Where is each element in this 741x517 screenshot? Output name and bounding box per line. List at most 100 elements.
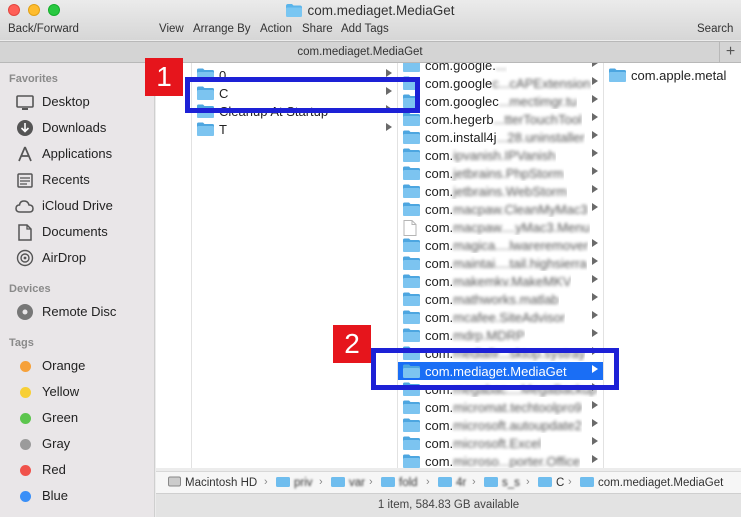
folder-icon bbox=[403, 202, 420, 216]
list-item[interactable]: com.mathworks.matlab bbox=[398, 290, 603, 308]
chevron-right-icon bbox=[592, 63, 598, 67]
item-name: com.jetbrains.WebStorm bbox=[425, 184, 567, 199]
list-item[interactable]: com.mcafee.SiteAdvisor bbox=[398, 308, 603, 326]
sidebar-item-airdrop[interactable]: AirDrop bbox=[15, 247, 153, 269]
list-item[interactable]: com.apple.metal bbox=[604, 66, 741, 84]
sidebar-tag-red[interactable]: Red bbox=[15, 459, 153, 481]
sidebar-item-recents[interactable]: Recents bbox=[15, 169, 153, 191]
sidebar-tag-label: Yellow bbox=[42, 384, 80, 399]
list-item[interactable]: T bbox=[192, 120, 397, 138]
list-item[interactable]: com.hegerb...tterTouchTool bbox=[398, 110, 603, 128]
sidebar-item-icloud-drive[interactable]: iCloud Drive bbox=[15, 195, 153, 217]
sidebar-tag-blue[interactable]: Blue bbox=[15, 485, 153, 507]
sidebar-item-downloads[interactable]: Downloads bbox=[15, 117, 153, 139]
path-segment[interactable]: s_s bbox=[484, 476, 520, 489]
list-item[interactable]: com.microsoft.Excel bbox=[398, 434, 603, 452]
tab-title[interactable]: com.mediaget.MediaGet bbox=[0, 46, 720, 58]
item-name-redacted: makemkv.MakeMKV bbox=[453, 274, 572, 289]
column-3[interactable]: com.google.... com.googlec...cAPExtension… bbox=[398, 63, 604, 468]
list-item[interactable]: com.googlec...cAPExtension bbox=[398, 74, 603, 92]
folder-icon bbox=[403, 166, 420, 180]
folder-icon bbox=[403, 130, 420, 144]
sidebar-item-applications[interactable]: Applications bbox=[15, 143, 153, 165]
list-item[interactable]: com.mdrp.MDRP bbox=[398, 326, 603, 344]
path-segment[interactable]: C bbox=[538, 476, 564, 489]
toolbar: com.mediaget.MediaGet Back/Forward View … bbox=[0, 0, 741, 40]
list-item[interactable]: com.macpaw....yMac3.Menu bbox=[398, 218, 603, 236]
tag-color-dot bbox=[20, 387, 31, 398]
search-button[interactable]: Search bbox=[697, 23, 733, 35]
path-segment[interactable]: Macintosh HD bbox=[168, 476, 257, 489]
chevron-right-icon bbox=[592, 77, 598, 85]
list-item[interactable]: com.google.... bbox=[398, 63, 603, 74]
icloud-icon bbox=[15, 200, 34, 213]
list-item[interactable]: com.googlec...mectimgr.tu bbox=[398, 92, 603, 110]
chevron-right-icon bbox=[592, 149, 598, 157]
item-name-redacted: microso...porter.Office bbox=[453, 454, 581, 468]
action-button[interactable]: Action bbox=[260, 23, 292, 35]
path-segment[interactable]: var bbox=[331, 476, 365, 489]
window-title-text: com.mediaget.MediaGet bbox=[307, 3, 455, 18]
folder-icon bbox=[403, 112, 420, 126]
sidebar-item-label: AirDrop bbox=[42, 250, 87, 265]
path-segment[interactable]: com.mediaget.MediaGet bbox=[580, 476, 723, 489]
path-segment[interactable]: 4r bbox=[438, 476, 466, 489]
add-tags-button[interactable]: Add Tags bbox=[341, 23, 389, 35]
airdrop-icon bbox=[16, 249, 34, 267]
status-bar: 1 item, 584.83 GB available bbox=[156, 493, 741, 517]
sidebar-item-label: iCloud Drive bbox=[42, 198, 113, 213]
sidebar-tag-green[interactable]: Green bbox=[15, 407, 153, 429]
hard-disk-icon bbox=[168, 476, 181, 487]
folder-icon bbox=[609, 68, 626, 82]
sidebar-item-label: Applications bbox=[42, 146, 113, 161]
item-name-redacted: jetbrains.PhpStorm bbox=[453, 166, 564, 181]
sidebar-item-desktop[interactable]: Desktop bbox=[15, 91, 153, 113]
folder-icon bbox=[438, 477, 452, 487]
item-name-redacted: magica....lwareremover bbox=[453, 238, 589, 253]
item-name-redacted: microsoft.autoupdate2 bbox=[453, 418, 582, 433]
document-icon bbox=[403, 220, 417, 236]
item-name-prefix: com. bbox=[425, 418, 454, 433]
folder-icon bbox=[403, 274, 420, 288]
chevron-right-icon bbox=[386, 69, 392, 77]
chevron-right-icon bbox=[592, 239, 598, 247]
sidebar-tag-gray[interactable]: Gray bbox=[15, 433, 153, 455]
item-name-prefix: com. bbox=[425, 400, 454, 415]
back-forward-button[interactable]: Back/Forward bbox=[8, 23, 79, 35]
share-button[interactable]: Share bbox=[302, 23, 333, 35]
arrange-by-button[interactable]: Arrange By bbox=[193, 23, 251, 35]
folder-icon bbox=[381, 477, 395, 487]
list-item[interactable]: com.macpaw.CleanMyMac3 bbox=[398, 200, 603, 218]
tab-bar: com.mediaget.MediaGet + bbox=[0, 41, 741, 63]
path-segment-label: com.mediaget.MediaGet bbox=[598, 477, 724, 489]
path-segment[interactable]: fold bbox=[381, 476, 418, 489]
window-title: com.mediaget.MediaGet bbox=[0, 3, 741, 18]
column-4[interactable]: com.apple.metal bbox=[604, 63, 741, 468]
item-name: com.magica....lwareremover bbox=[425, 238, 588, 253]
list-item[interactable]: com.install4j...28.uninstaller bbox=[398, 128, 603, 146]
sidebar-tag-yellow[interactable]: Yellow bbox=[15, 381, 153, 403]
list-item[interactable]: com.jetbrains.WebStorm bbox=[398, 182, 603, 200]
new-tab-button[interactable]: + bbox=[719, 42, 741, 63]
sidebar-item-documents[interactable]: Documents bbox=[15, 221, 153, 243]
sidebar-tag-orange[interactable]: Orange bbox=[15, 355, 153, 377]
path-separator-icon: › bbox=[264, 476, 268, 488]
list-item[interactable]: com.makemkv.MakeMKV bbox=[398, 272, 603, 290]
item-name-redacted: microsoft.Excel bbox=[453, 436, 542, 451]
view-button[interactable]: View bbox=[159, 23, 184, 35]
list-item[interactable]: com.jetbrains.PhpStorm bbox=[398, 164, 603, 182]
list-item[interactable]: com.ipvanish.IPVanish bbox=[398, 146, 603, 164]
sidebar-item-remote-disc[interactable]: Remote Disc bbox=[15, 301, 153, 323]
list-item[interactable]: com.microsoft.autoupdate2 bbox=[398, 416, 603, 434]
item-name: com.microso...porter.Office bbox=[425, 454, 580, 468]
list-item[interactable]: com.microso...porter.Office bbox=[398, 452, 603, 468]
list-item[interactable]: com.micromat.techtoolpro9 bbox=[398, 398, 603, 416]
list-item[interactable]: com.maintai....tail.highsierra bbox=[398, 254, 603, 272]
folder-icon bbox=[403, 238, 420, 252]
column-2[interactable]: 0 C Cleanup At Startup T bbox=[192, 63, 398, 468]
list-item[interactable]: com.magica....lwareremover bbox=[398, 236, 603, 254]
item-name: com.macpaw.CleanMyMac3 bbox=[425, 202, 588, 217]
column-root[interactable] bbox=[156, 63, 192, 468]
path-segment[interactable]: priv bbox=[276, 476, 313, 489]
item-name-redacted: mathworks.matlab bbox=[453, 292, 559, 307]
